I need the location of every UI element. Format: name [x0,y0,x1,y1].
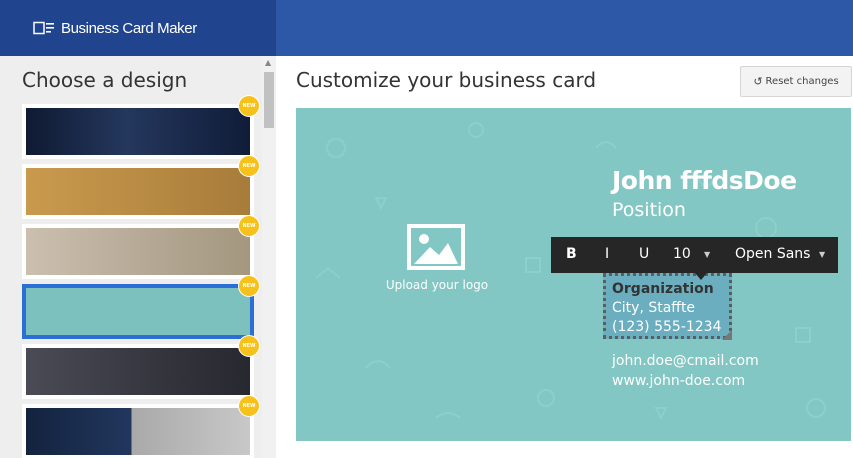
font-size-dropdown-icon[interactable]: ▼ [704,250,710,259]
new-badge: NEW [239,336,259,356]
sidebar-scrollbar[interactable]: ▲ [262,56,276,458]
design-thumbnail-charcoal[interactable]: NEW [22,336,259,399]
resize-handle[interactable] [722,330,732,340]
design-swatch [26,348,250,395]
card-organization[interactable]: Organization [612,281,714,297]
page-title: Customize your business card [296,68,597,92]
design-swatch [26,228,250,275]
undo-icon: ↺ [753,75,763,88]
design-swatch [26,408,250,455]
text-format-toolbar: B I U 10 ▼ Open Sans ▼ [551,237,838,280]
scroll-up-icon[interactable]: ▲ [265,58,271,67]
new-badge: NEW [239,156,259,176]
card-logo-icon [33,21,55,35]
scroll-thumb[interactable] [264,72,274,128]
card-pattern [315,122,826,421]
font-size-select[interactable]: 10 [673,246,691,262]
business-card-preview[interactable]: Upload your logo John fffdsDoe Position [296,108,851,441]
image-icon[interactable] [406,223,466,275]
sidebar-title: Choose a design [22,68,188,92]
app-title: Business Card Maker [61,19,197,37]
card-city[interactable]: City, Staffte [612,300,695,316]
card-phone[interactable]: (123) 555-1234 [612,319,722,335]
design-thumbnail-gold[interactable]: NEW [22,156,259,219]
card-position[interactable]: Position [612,199,686,221]
new-badge: NEW [239,216,259,236]
bold-button[interactable]: B [566,246,577,262]
new-badge: NEW [239,396,259,416]
reset-button-label: Reset changes [765,76,839,87]
upload-logo-label[interactable]: Upload your logo [366,278,508,292]
card-name[interactable]: John fffdsDoe [612,166,797,195]
reset-changes-button[interactable]: ↺ Reset changes [740,66,852,97]
new-badge: NEW [239,96,259,116]
design-thumbnail-sky-silver[interactable]: NEW [22,396,259,458]
design-sidebar: Choose a design NEW NEW NEW NEW NEW NEW … [0,56,276,458]
toolbar-pointer [695,273,707,280]
italic-button[interactable]: I [605,246,609,262]
design-thumbnail-teal[interactable]: NEW [22,276,259,339]
design-swatch [26,168,250,215]
card-email[interactable]: john.doe@cmail.com [612,353,759,369]
design-swatch [26,108,250,155]
design-thumbnail-beige[interactable]: NEW [22,216,259,279]
font-family-select[interactable]: Open Sans [735,246,810,262]
card-website[interactable]: www.john-doe.com [612,373,745,389]
underline-button[interactable]: U [639,246,649,262]
new-badge: NEW [239,276,259,296]
design-swatch [26,288,250,335]
design-thumbnail-night-sky[interactable]: NEW [22,96,259,159]
app-brand[interactable]: Business Card Maker [0,0,276,56]
font-family-dropdown-icon[interactable]: ▼ [819,250,825,259]
